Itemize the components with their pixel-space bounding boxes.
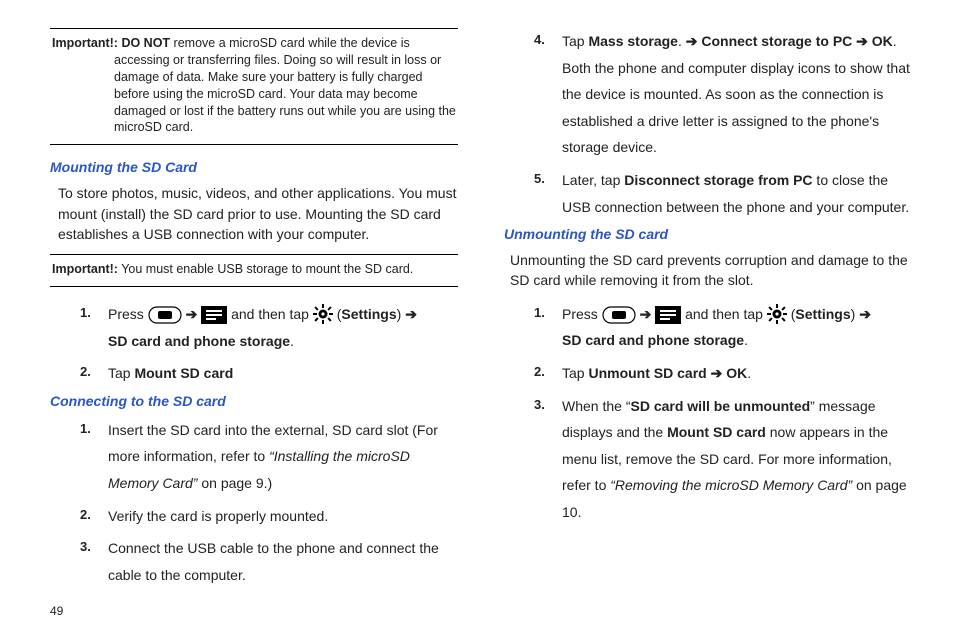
arrow-icon: ➔ [640, 306, 656, 322]
step-item: Tap Mount SD card [80, 360, 458, 387]
note-bold: DO NOT [121, 36, 170, 50]
steps-connecting-cont: Tap Mass storage. ➔ Connect storage to P… [504, 28, 912, 220]
step-bold: SD card will be unmounted [630, 398, 810, 414]
step-bold: Mount SD card [667, 424, 766, 440]
step-item: Press ➔ and then tap (Settings) ➔ SD car… [534, 301, 912, 354]
settings-label: Settings [795, 306, 850, 322]
heading-mounting: Mounting the SD Card [50, 159, 458, 175]
settings-icon [313, 304, 333, 324]
step-text: . [678, 33, 686, 49]
step-item: Insert the SD card into the external, SD… [80, 417, 458, 497]
arrow-icon: ➔ [707, 365, 727, 381]
step-text: and then tap [685, 306, 767, 322]
important-note-1: Important!: DO NOT remove a microSD card… [50, 28, 458, 145]
step-text: . Both the phone and computer display ic… [562, 33, 910, 155]
settings-icon [767, 304, 787, 324]
step-text: Tap [562, 365, 588, 381]
heading-unmounting: Unmounting the SD card [504, 226, 912, 242]
step-item: When the “SD card will be unmounted” mes… [534, 393, 912, 526]
step-text: (Settings) [791, 306, 859, 322]
step-text: (Settings) [337, 306, 405, 322]
left-column: Important!: DO NOT remove a microSD card… [50, 28, 458, 598]
step-text: Press [108, 306, 148, 322]
step-item: Verify the card is properly mounted. [80, 503, 458, 530]
menu-button-icon [201, 306, 227, 324]
step-item: Tap Unmount SD card ➔ OK. [534, 360, 912, 387]
step-bold: OK [726, 365, 747, 381]
note-text: You must enable USB storage to mount the… [118, 262, 413, 276]
step-text: Press [562, 306, 602, 322]
steps-mounting: Press ➔ and then tap (Settings) ➔ SD car… [50, 301, 458, 387]
step-text: Tap [108, 365, 134, 381]
heading-connecting: Connecting to the SD card [50, 393, 458, 409]
step-text: . [747, 365, 751, 381]
step-bold: Disconnect storage from PC [624, 172, 812, 188]
menu-button-icon [655, 306, 681, 324]
step-bold: Unmount SD card [588, 365, 706, 381]
step-item: Connect the USB cable to the phone and c… [80, 535, 458, 588]
note-lead: Important!: [52, 36, 118, 50]
step-bold: OK [872, 33, 893, 49]
note-text: remove a microSD card while the device i… [114, 36, 456, 134]
arrow-icon: ➔ [405, 306, 417, 322]
step-item: Later, tap Disconnect storage from PC to… [534, 167, 912, 220]
arrow-icon: ➔ [186, 306, 202, 322]
step-italic: “Removing the microSD Memory Card” [610, 477, 852, 493]
step-bold: SD card and phone storage [562, 332, 744, 348]
step-text: . [290, 333, 294, 349]
step-bold: SD card and phone storage [108, 333, 290, 349]
important-note-2: Important!: You must enable USB storage … [50, 254, 458, 287]
para-mounting: To store photos, music, videos, and othe… [58, 183, 458, 244]
step-text: Later, tap [562, 172, 624, 188]
arrow-icon: ➔ [852, 33, 872, 49]
step-text: and then tap [231, 306, 313, 322]
step-text: . [744, 332, 748, 348]
page-number: 49 [50, 604, 912, 618]
arrow-icon: ➔ [859, 306, 871, 322]
step-bold: Mass storage [588, 33, 677, 49]
right-column: Tap Mass storage. ➔ Connect storage to P… [504, 28, 912, 598]
home-button-icon [148, 306, 182, 324]
home-button-icon [602, 306, 636, 324]
settings-label: Settings [341, 306, 396, 322]
step-bold: Connect storage to PC [701, 33, 852, 49]
steps-connecting: Insert the SD card into the external, SD… [50, 417, 458, 589]
steps-unmounting: Press ➔ and then tap (Settings) ➔ SD car… [504, 301, 912, 526]
step-bold: Mount SD card [134, 365, 233, 381]
arrow-icon: ➔ [686, 33, 702, 49]
step-text: Tap [562, 33, 588, 49]
step-text: When the “ [562, 398, 630, 414]
step-item: Tap Mass storage. ➔ Connect storage to P… [534, 28, 912, 161]
step-item: Press ➔ and then tap (Settings) ➔ SD car… [80, 301, 458, 354]
note-lead: Important!: [52, 262, 118, 276]
step-text: on page 9.) [197, 475, 272, 491]
para-unmounting: Unmounting the SD card prevents corrupti… [510, 250, 912, 291]
